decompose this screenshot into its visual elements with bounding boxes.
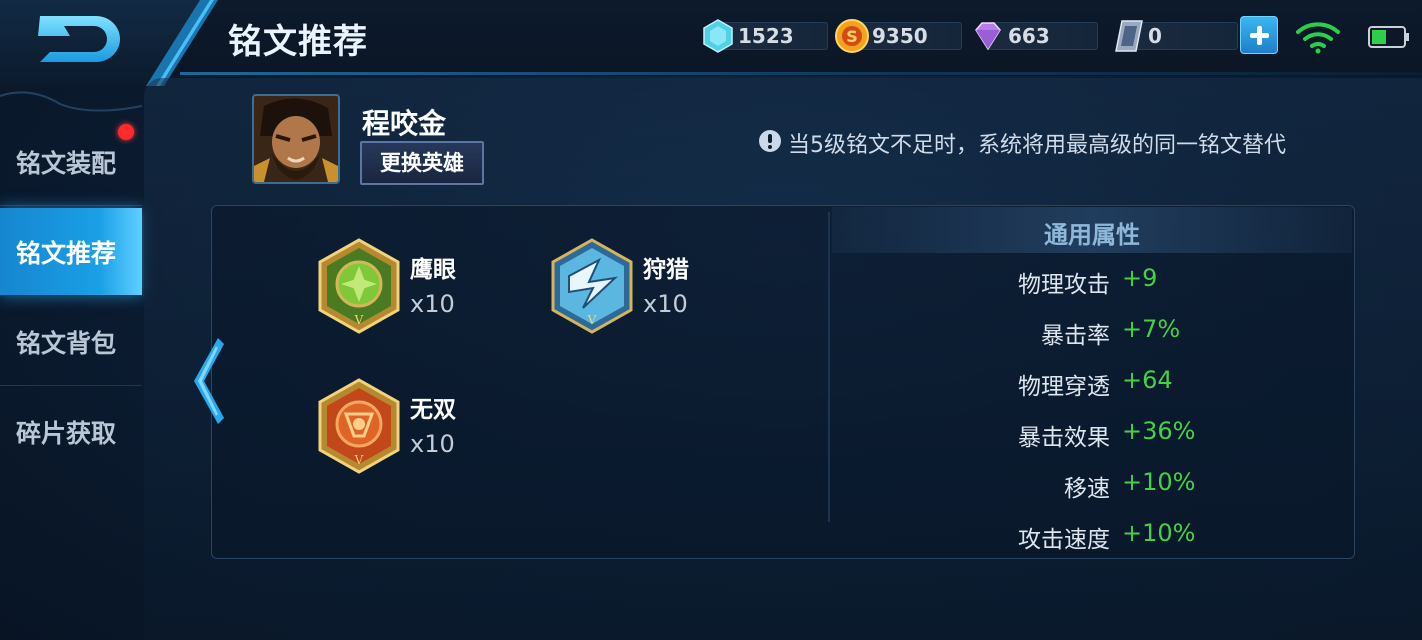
hero-avatar-image [254, 96, 338, 182]
voucher-icon [1115, 20, 1143, 52]
hero-name: 程咬金 [362, 107, 447, 140]
attribute-value: +7% [1122, 315, 1181, 343]
attribute-label: 攻击速度 [1018, 527, 1110, 553]
resource-gold: S 9350 [834, 18, 962, 53]
gold-coin-icon: S [835, 19, 869, 53]
attribute-row: 物理穿透 +64 [832, 363, 1352, 403]
attribute-label: 暴击率 [1041, 323, 1110, 349]
nav-item-rune-recommend[interactable]: 铭文推荐 [0, 208, 142, 296]
voucher-count: 0 [1148, 24, 1162, 48]
attribute-value: +10% [1122, 468, 1196, 496]
gold-count: 9350 [872, 24, 928, 48]
recharge-plus-button[interactable] [1240, 16, 1278, 54]
hunt-rune-icon: V [551, 238, 633, 334]
attribute-row: 攻击速度 +10% [832, 516, 1352, 556]
nav-item-label: 铭文推荐 [16, 239, 117, 268]
wifi-icon [1296, 22, 1340, 54]
attribute-row: 暴击效果 +36% [832, 414, 1352, 454]
rune-name: 狩猎 [643, 257, 689, 283]
attribute-row: 暴击率 +7% [832, 312, 1352, 352]
attributes-header: 通用属性 [832, 207, 1352, 253]
nav-item-label: 碎片获取 [16, 419, 117, 448]
back-button[interactable] [30, 12, 130, 66]
eagle-eye-rune-icon: V [318, 238, 400, 334]
side-nav: 铭文装配 铭文推荐 铭文背包 碎片获取 [0, 86, 142, 640]
attribute-value: +64 [1122, 366, 1173, 394]
nav-item-label: 铭文背包 [16, 329, 117, 358]
rune-level-label: V [354, 313, 364, 327]
rune-level-label: V [354, 453, 364, 467]
svg-text:S: S [846, 27, 858, 46]
resource-voucher: 0 [1110, 18, 1238, 52]
attribute-label: 移速 [1064, 476, 1110, 502]
attribute-label: 物理攻击 [1018, 272, 1110, 298]
attribute-value: +10% [1122, 519, 1196, 547]
change-hero-button[interactable]: 更换英雄 [360, 141, 484, 185]
rune-level-label: V [587, 313, 597, 327]
rune-name: 无双 [410, 397, 456, 423]
info-icon [759, 130, 781, 152]
attribute-label: 物理穿透 [1018, 374, 1110, 400]
battery-icon [1368, 26, 1409, 48]
rune-substitution-notice: 当5级铭文不足时，系统将用最高级的同一铭文替代 [788, 133, 1286, 158]
page-title: 铭文推荐 [228, 22, 368, 62]
top-bar-divider [180, 72, 1422, 75]
attribute-row: 物理攻击 +9 [832, 261, 1352, 301]
title-slash-decoration [146, 0, 218, 86]
nav-item-rune-equip[interactable]: 铭文装配 [0, 118, 142, 206]
nav-item-rune-bag[interactable]: 铭文背包 [0, 298, 142, 386]
nav-item-fragments[interactable]: 碎片获取 [0, 388, 142, 476]
crystal-count: 1523 [738, 24, 794, 48]
hero-portrait[interactable] [252, 94, 340, 184]
attribute-row: 移速 +10% [832, 465, 1352, 505]
rune-item[interactable]: V 无双 x10 [316, 378, 636, 488]
rune-count: x10 [410, 430, 455, 458]
crystal-icon [703, 19, 733, 53]
resource-crystal: 1523 [700, 18, 828, 53]
notification-badge [118, 124, 134, 140]
attribute-label: 暴击效果 [1018, 425, 1110, 451]
rune-count: x10 [410, 290, 455, 318]
diamond-count: 663 [1008, 24, 1050, 48]
rune-count: x10 [643, 290, 688, 318]
attribute-value: +36% [1122, 417, 1196, 445]
rune-name: 鹰眼 [410, 257, 456, 283]
diamond-icon [975, 22, 1001, 51]
chevron-left-icon[interactable] [188, 336, 224, 426]
nav-item-label: 铭文装配 [16, 149, 117, 178]
back-arrow-icon [38, 16, 120, 62]
rune-item[interactable]: V 狩猎 x10 [549, 238, 869, 348]
attributes-title: 通用属性 [1044, 221, 1140, 249]
resource-diamond: 663 [970, 18, 1098, 52]
attribute-value: +9 [1122, 264, 1158, 292]
peerless-rune-icon: V [318, 378, 400, 474]
